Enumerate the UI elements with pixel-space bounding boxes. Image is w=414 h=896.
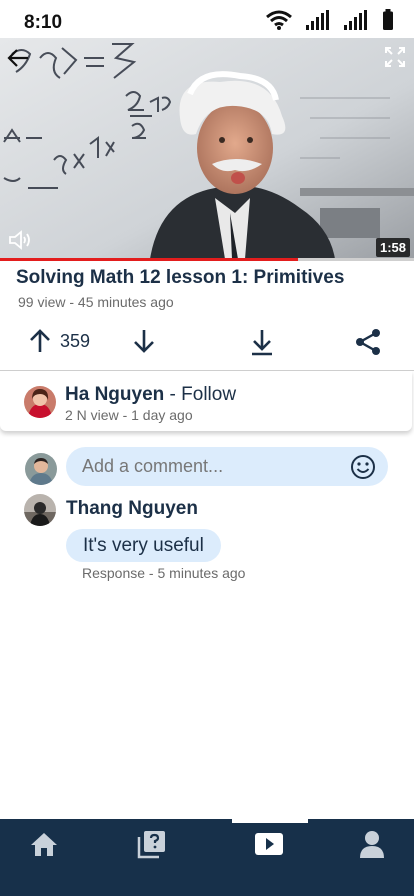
comment-text: It's very useful [66, 529, 221, 562]
commenter-avatar[interactable] [24, 494, 56, 526]
video-meta: 99 view - 45 minutes ago [18, 294, 174, 310]
battery-icon [383, 9, 393, 30]
channel-name-line: Ha Nguyen - Follow [65, 384, 236, 406]
comment-author[interactable]: Thang Nguyen [66, 498, 198, 520]
video-icon [255, 833, 283, 855]
current-user-avatar [25, 453, 57, 485]
download-icon [252, 330, 272, 356]
comment-meta: Response - 5 minutes ago [82, 565, 245, 581]
upvote-count: 359 [60, 330, 91, 351]
response-button[interactable]: Response [82, 565, 145, 581]
video-thumbnail [0, 38, 414, 259]
bottom-navigation [0, 819, 414, 896]
home-icon [31, 833, 57, 856]
video-progress-fill [0, 258, 299, 261]
comment-time: 5 minutes ago [157, 565, 246, 581]
channel-avatar[interactable] [24, 386, 56, 418]
fullscreen-icon[interactable] [384, 46, 406, 68]
comment-box [66, 447, 388, 486]
quiz-icon [137, 831, 165, 859]
video-actions: 359 [0, 324, 414, 362]
arrow-up-icon [30, 329, 50, 352]
nav-profile[interactable] [332, 819, 412, 869]
status-time: 8:10 [24, 12, 63, 33]
channel-separator: - [164, 384, 182, 405]
channel-meta: 2 N view - 1 day ago [65, 407, 193, 423]
back-arrow-icon[interactable] [6, 46, 32, 70]
download-button[interactable] [250, 328, 274, 356]
video-duration: 1:58 [375, 238, 410, 257]
signal-icon [306, 10, 329, 30]
video-title: Solving Math 12 lesson 1: Primitives [16, 267, 345, 288]
nav-quiz[interactable] [112, 819, 192, 869]
arrow-down-icon [134, 330, 154, 353]
share-icon [356, 329, 380, 355]
follow-button[interactable]: Follow [181, 384, 236, 405]
video-progress-bar[interactable] [0, 258, 414, 261]
status-bar: 8:10 [0, 0, 414, 38]
comment-meta-separator: - [145, 565, 158, 581]
status-icons [266, 9, 394, 30]
share-button[interactable] [354, 328, 382, 356]
signal-icon-2 [344, 10, 367, 30]
volume-icon[interactable] [8, 229, 32, 251]
downvote-button[interactable] [132, 328, 156, 354]
wifi-icon [266, 10, 292, 30]
channel-name[interactable]: Ha Nguyen [65, 384, 164, 405]
video-player[interactable]: 1:58 [0, 38, 414, 259]
channel-card: Ha Nguyen - Follow 2 N view - 1 day ago [0, 371, 412, 431]
comment-input[interactable] [82, 447, 342, 486]
profile-icon [360, 831, 384, 858]
upvote-button[interactable]: 359 [28, 328, 90, 354]
nav-home[interactable] [4, 819, 84, 869]
emoji-icon[interactable] [350, 454, 376, 480]
nav-video[interactable] [229, 819, 309, 869]
